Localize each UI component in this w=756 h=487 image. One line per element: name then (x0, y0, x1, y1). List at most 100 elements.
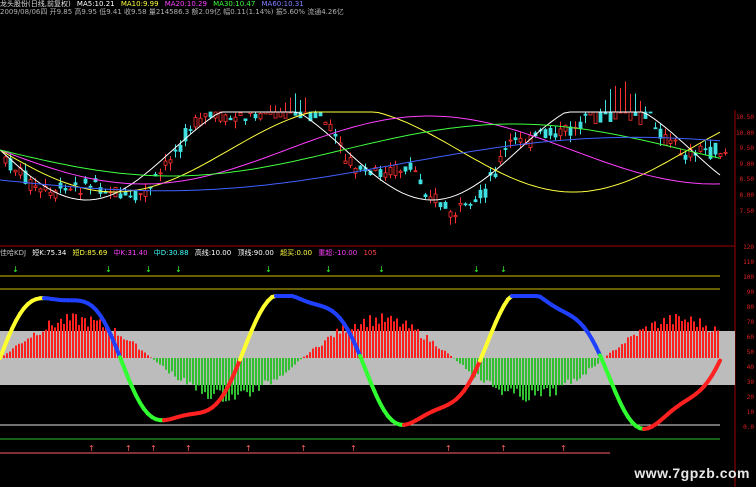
histogram-bar (75, 314, 77, 358)
histogram-bar (693, 321, 695, 358)
histogram-bar (528, 358, 530, 401)
candle-body (193, 117, 198, 128)
histogram-bar (594, 358, 596, 367)
candle-body (178, 144, 183, 152)
candle-body (278, 111, 283, 118)
histogram-bar (273, 358, 275, 380)
histogram-bar (294, 358, 296, 365)
histogram-bar (33, 332, 35, 358)
histogram-bar (402, 323, 404, 358)
histogram-bar (126, 340, 128, 358)
histogram-bar (366, 327, 368, 358)
signal-arrow: ↓ (145, 265, 152, 274)
quote-line: 2009/08/06四 开9.85 高9.95 低9.41 收9.58 量214… (0, 8, 344, 16)
histogram-bar (12, 348, 14, 358)
signal-arrow: ↑ (88, 444, 95, 453)
candle-body (648, 111, 653, 114)
histogram-bar (546, 358, 548, 389)
signal-arrow: ↑ (350, 444, 357, 453)
histogram-bar (318, 347, 320, 358)
histogram-bar (90, 316, 92, 358)
candle-body (443, 202, 448, 209)
histogram-bar (264, 358, 266, 381)
candle-body (238, 112, 243, 116)
histogram-bar (249, 358, 251, 397)
histogram-bar (156, 358, 158, 363)
candle-body (663, 134, 668, 146)
candle-body (568, 126, 573, 136)
histogram-bar (99, 319, 101, 358)
histogram-bar (390, 315, 392, 358)
ma30-label: MA30:10.47 (213, 0, 256, 8)
histogram-bar (303, 356, 305, 358)
histogram-bar (384, 321, 386, 358)
candle-body (258, 113, 263, 120)
histogram-bar (48, 320, 50, 358)
price-tick: 7.50 (739, 207, 754, 215)
candle-body (188, 129, 193, 131)
indicator-tick: 30 (746, 379, 754, 386)
candle-body (358, 165, 363, 170)
histogram-bar (30, 337, 32, 358)
short-d: 短D:85.69 (72, 249, 108, 257)
histogram-bar (444, 350, 446, 358)
histogram-bar (450, 355, 452, 358)
candle-body (448, 211, 453, 218)
histogram-bar (213, 358, 215, 394)
histogram-bar (417, 329, 419, 358)
histogram-bar (141, 350, 143, 358)
histogram-bar (339, 333, 341, 358)
candle-body (558, 128, 563, 137)
histogram-bar (489, 358, 491, 382)
candle-body (318, 111, 323, 117)
candle-body (198, 117, 203, 126)
histogram-bar (414, 329, 416, 358)
candle-body (518, 137, 523, 143)
candle-body (48, 191, 53, 196)
histogram-bar (372, 326, 374, 358)
histogram-bar (393, 321, 395, 358)
histogram-bar (210, 358, 212, 399)
buy-line: 超买:0.00 (280, 249, 313, 257)
candle-body (173, 149, 178, 152)
candle-body (463, 203, 468, 206)
candle-body (323, 121, 328, 126)
histogram-bar (174, 358, 176, 377)
mid-k: 中K:31.40 (113, 249, 148, 257)
histogram-bar (252, 358, 254, 393)
mid-d: 中D:30.88 (153, 249, 189, 257)
histogram-bar (93, 320, 95, 358)
candle-body (653, 127, 658, 130)
signal-arrow: ↓ (105, 265, 112, 274)
candle-body (388, 167, 393, 176)
histogram-bar (165, 358, 167, 370)
histogram-bar (570, 358, 572, 384)
histogram-bar (405, 320, 407, 358)
histogram-bar (561, 358, 563, 386)
histogram-bar (534, 358, 536, 396)
candle-body (433, 193, 438, 204)
histogram-bar (675, 314, 677, 358)
indicator-tick: 10 (746, 409, 754, 416)
candle-body (63, 188, 68, 191)
candle-body (353, 167, 358, 174)
histogram-bar (711, 331, 713, 358)
candle-body (718, 153, 723, 157)
candle-body (608, 111, 613, 122)
histogram-bar (483, 358, 485, 383)
histogram-bar (42, 331, 44, 358)
histogram-bar (105, 326, 107, 358)
histogram-bar (78, 324, 80, 358)
histogram-bar (597, 358, 599, 364)
histogram-bar (447, 353, 449, 358)
signal-arrow: ↓ (12, 265, 19, 274)
histogram-bar (582, 358, 584, 375)
histogram-bar (39, 334, 41, 358)
candle-body (598, 111, 603, 123)
histogram-bar (588, 358, 590, 369)
histogram-bar (369, 315, 371, 358)
candle-body (613, 111, 618, 120)
histogram-bar (705, 325, 707, 358)
candle-body (403, 166, 408, 172)
price-tick: 8.00 (739, 192, 754, 199)
